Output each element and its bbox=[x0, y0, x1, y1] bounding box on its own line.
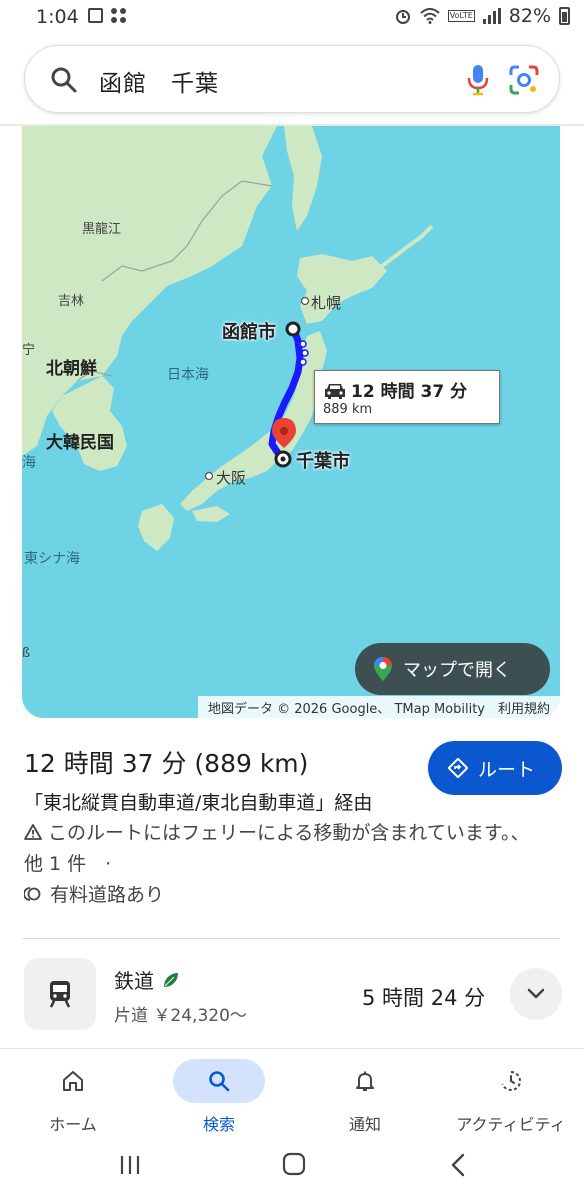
ferry-warning-text: このルートにはフェリーによる移動が含まれています。、他 1 件 · bbox=[24, 822, 530, 875]
directions-icon bbox=[448, 758, 468, 778]
toll-row: 有料道路あり bbox=[24, 880, 164, 907]
search-input[interactable]: 函館 千葉 bbox=[99, 64, 219, 98]
alarm-icon bbox=[395, 10, 410, 24]
label-sapporo: 札幌 bbox=[311, 294, 342, 312]
back-icon[interactable] bbox=[448, 1152, 468, 1178]
train-icon bbox=[49, 981, 71, 1008]
home-icon bbox=[63, 1071, 83, 1091]
label-jilin: 吉林 bbox=[58, 294, 85, 309]
train-option[interactable]: 鉄道 bbox=[114, 965, 180, 994]
ferry-warning-row[interactable]: このルートにはフェリーによる移動が含まれています。、他 1 件 · bbox=[24, 818, 544, 880]
status-bar: 1:04 VoLTE 82% bbox=[0, 0, 584, 36]
nav-activity-label: アクティビティ bbox=[456, 1115, 566, 1134]
route-via: 「東北縦貫自動車道/東北自動車道」経由 bbox=[24, 792, 373, 814]
battery-icon bbox=[559, 7, 570, 25]
label-hakodate: 函館市 bbox=[222, 322, 276, 343]
car-icon bbox=[325, 384, 345, 399]
train-fare: 片道 ￥24,320〜 bbox=[114, 1006, 247, 1026]
train-duration: 5 時間 24 分 bbox=[362, 986, 486, 1010]
callout-distance: 889 km bbox=[323, 402, 373, 417]
mic-icon[interactable] bbox=[463, 63, 493, 97]
search-icon bbox=[209, 1071, 230, 1092]
toll-text: 有料道路あり bbox=[50, 884, 165, 906]
label-south-korea: 大韓民国 bbox=[46, 433, 114, 453]
home-button-icon[interactable] bbox=[282, 1152, 306, 1176]
toll-icon bbox=[24, 886, 41, 901]
search-icon[interactable] bbox=[49, 65, 79, 95]
label-west-fragment: 宁 bbox=[22, 343, 36, 358]
label-edge-fragment: ß bbox=[22, 646, 31, 661]
warning-icon bbox=[24, 824, 42, 840]
route-button[interactable]: ルート bbox=[428, 741, 562, 795]
label-sea-of-japan: 日本海 bbox=[167, 367, 209, 383]
route-map[interactable]: 黒龍江 吉林 宁 北朝鮮 日本海 大韓民国 海 東シナ海 ß 札幌 函館市 千葉… bbox=[22, 126, 560, 718]
system-nav-bar bbox=[0, 1142, 584, 1200]
label-north-korea: 北朝鮮 bbox=[46, 359, 97, 379]
chevron-down-icon bbox=[527, 988, 545, 999]
open-in-maps-button[interactable]: マップで開く bbox=[355, 643, 550, 695]
train-title: 鉄道 bbox=[114, 969, 154, 993]
route-summary: 12 時間 37 分 (889 km) bbox=[24, 749, 309, 778]
nav-search[interactable]: 検索 bbox=[146, 1049, 292, 1143]
maps-pin-icon bbox=[374, 657, 392, 681]
signal-icon bbox=[482, 8, 501, 24]
battery-percent: 82% bbox=[508, 5, 551, 27]
nav-notifications[interactable]: 通知 bbox=[292, 1049, 438, 1143]
bell-icon bbox=[356, 1071, 374, 1091]
callout-duration: 12 時間 37 分 bbox=[351, 382, 468, 402]
open-in-maps-label: マップで開く bbox=[403, 660, 511, 681]
volte-badge: VoLTE bbox=[447, 10, 475, 22]
grid-dots-icon bbox=[111, 8, 127, 24]
map-attribution[interactable]: 地図データ © 2026 Google、 TMap Mobility 利用規約 bbox=[197, 696, 560, 718]
label-east-china-sea: 東シナ海 bbox=[24, 551, 80, 567]
activity-icon bbox=[501, 1071, 521, 1091]
label-chiba: 千葉市 bbox=[296, 451, 350, 472]
label-osaka: 大阪 bbox=[216, 469, 247, 487]
nav-home-label: ホーム bbox=[49, 1115, 97, 1134]
expand-train-button[interactable] bbox=[510, 968, 562, 1020]
nav-home[interactable]: ホーム bbox=[0, 1049, 146, 1143]
notification-app-icon bbox=[88, 8, 103, 23]
label-west-sea-fragment: 海 bbox=[22, 455, 36, 471]
section-divider bbox=[22, 938, 560, 939]
search-bar[interactable]: 函館 千葉 bbox=[24, 45, 560, 113]
lens-icon[interactable] bbox=[507, 63, 541, 97]
eco-leaf-icon bbox=[164, 972, 178, 987]
label-heilongjiang: 黒龍江 bbox=[82, 222, 122, 237]
route-button-label: ルート bbox=[478, 758, 536, 781]
nav-search-label: 検索 bbox=[202, 1115, 235, 1134]
recent-apps-icon[interactable] bbox=[118, 1154, 142, 1176]
wifi-icon bbox=[420, 8, 440, 24]
route-callout[interactable]: 12 時間 37 分 889 km bbox=[314, 370, 500, 424]
status-time: 1:04 bbox=[36, 6, 79, 28]
nav-notifications-label: 通知 bbox=[348, 1115, 381, 1134]
bottom-nav: ホーム 検索 通知 アクティビティ bbox=[0, 1048, 584, 1142]
nav-activity[interactable]: アクティビティ bbox=[438, 1049, 584, 1143]
train-option-icon-box[interactable] bbox=[24, 958, 96, 1030]
